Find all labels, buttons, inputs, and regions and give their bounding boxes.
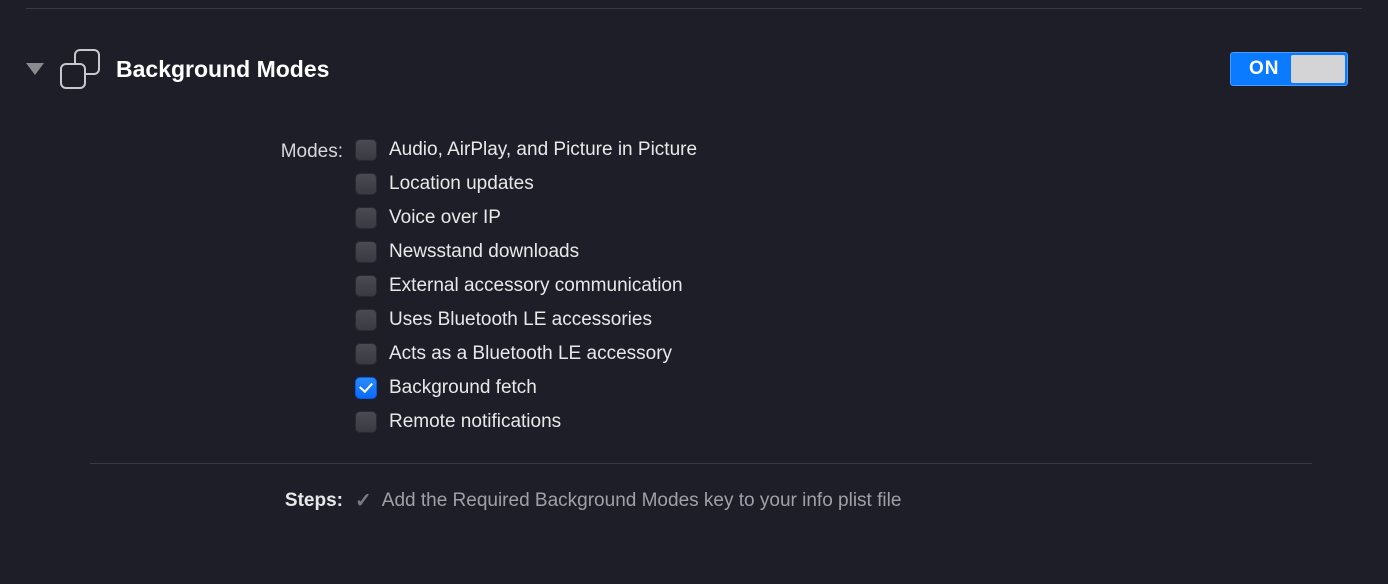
modes-label: Modes: (0, 139, 343, 163)
mode-checkbox-background-fetch[interactable] (355, 377, 377, 399)
capability-header: Background Modes ON (0, 9, 1388, 89)
mode-checkbox-voip[interactable] (355, 207, 377, 229)
capability-toggle[interactable]: ON (1230, 52, 1348, 86)
checkmark-icon: ✓ (355, 488, 372, 513)
mode-checkbox-bluetooth-uses[interactable] (355, 309, 377, 331)
mode-label: Audio, AirPlay, and Picture in Picture (389, 139, 697, 161)
steps-label: Steps: (0, 490, 343, 512)
mode-checkbox-external-accessory[interactable] (355, 275, 377, 297)
mode-label: External accessory communication (389, 275, 683, 297)
mode-item: Background fetch (355, 377, 697, 399)
mode-label: Background fetch (389, 377, 537, 399)
mode-item: Uses Bluetooth LE accessories (355, 309, 697, 331)
step-text: Add the Required Background Modes key to… (382, 490, 902, 512)
mode-checkbox-bluetooth-acts[interactable] (355, 343, 377, 365)
mode-label: Acts as a Bluetooth LE accessory (389, 343, 672, 365)
mode-item: Audio, AirPlay, and Picture in Picture (355, 139, 697, 161)
mode-checkbox-location[interactable] (355, 173, 377, 195)
mode-checkbox-remote-notifications[interactable] (355, 411, 377, 433)
toggle-on-label: ON (1231, 58, 1280, 80)
mode-checkbox-newsstand[interactable] (355, 241, 377, 263)
capability-title: Background Modes (116, 56, 1230, 83)
mode-label: Uses Bluetooth LE accessories (389, 309, 652, 331)
mode-item: Newsstand downloads (355, 241, 697, 263)
mode-label: Voice over IP (389, 207, 501, 229)
mode-label: Remote notifications (389, 411, 561, 433)
mode-item: Acts as a Bluetooth LE accessory (355, 343, 697, 365)
toggle-knob (1291, 55, 1345, 83)
mode-item: Location updates (355, 173, 697, 195)
modes-section: Modes: Audio, AirPlay, and Picture in Pi… (0, 89, 1388, 433)
mode-item: Voice over IP (355, 207, 697, 229)
modes-list: Audio, AirPlay, and Picture in Picture L… (355, 139, 697, 433)
mode-checkbox-audio[interactable] (355, 139, 377, 161)
mode-label: Location updates (389, 173, 534, 195)
background-modes-icon (60, 49, 100, 89)
mode-label: Newsstand downloads (389, 241, 579, 263)
disclosure-triangle-icon[interactable] (26, 63, 44, 75)
mode-item: Remote notifications (355, 411, 697, 433)
step-item: ✓ Add the Required Background Modes key … (355, 488, 901, 513)
mode-item: External accessory communication (355, 275, 697, 297)
steps-section: Steps: ✓ Add the Required Background Mod… (0, 464, 1388, 513)
